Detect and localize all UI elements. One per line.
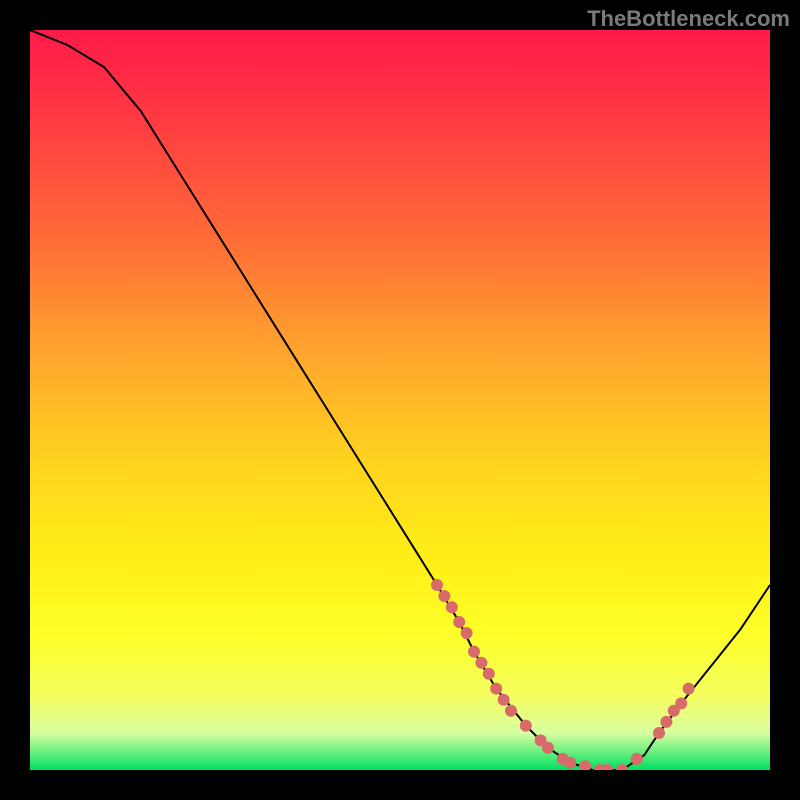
bottleneck-curve	[30, 30, 770, 770]
scatter-point	[675, 697, 687, 709]
scatter-point	[653, 727, 665, 739]
curve-svg	[30, 30, 770, 770]
scatter-markers	[431, 579, 695, 770]
scatter-point	[438, 590, 450, 602]
scatter-point	[520, 720, 532, 732]
scatter-point	[490, 683, 502, 695]
scatter-point	[631, 753, 643, 765]
scatter-point	[542, 742, 554, 754]
scatter-point	[601, 764, 613, 770]
scatter-point	[564, 757, 576, 769]
scatter-point	[498, 694, 510, 706]
scatter-point	[579, 760, 591, 770]
scatter-point	[468, 646, 480, 658]
scatter-point	[683, 683, 695, 695]
watermark-text: TheBottleneck.com	[587, 6, 790, 32]
scatter-point	[475, 657, 487, 669]
plot-area	[30, 30, 770, 770]
chart-container: TheBottleneck.com	[0, 0, 800, 800]
scatter-point	[461, 627, 473, 639]
scatter-point	[616, 764, 628, 770]
scatter-point	[431, 579, 443, 591]
scatter-point	[483, 668, 495, 680]
scatter-point	[660, 716, 672, 728]
scatter-point	[453, 616, 465, 628]
scatter-point	[505, 705, 517, 717]
scatter-point	[446, 601, 458, 613]
